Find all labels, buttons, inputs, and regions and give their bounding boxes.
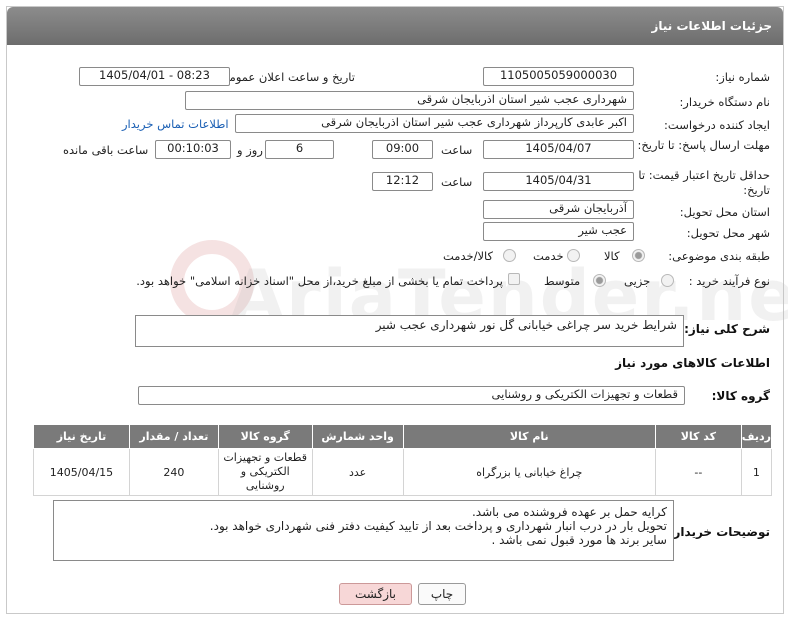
buyer-org-field: شهرداری عجب شیر استان اذربایجان شرقی	[185, 91, 634, 110]
col-date: تاریخ نیاز	[33, 424, 130, 449]
col-row: ردیف	[740, 424, 773, 449]
cell-unit: عدد	[311, 448, 404, 496]
description-text: شرایط خرید سر چراغی خیابانی گل نور شهردا…	[375, 318, 677, 332]
col-group: گروه کالا	[217, 424, 313, 449]
reply-date-field: 1405/04/07	[483, 140, 634, 159]
price-validity-label: حداقل تاریخ اعتبار قیمت: تا تاریخ:	[638, 168, 770, 197]
category-service-label: خدمت	[533, 249, 564, 263]
reply-deadline-label: مهلت ارسال پاسخ: تا تاریخ:	[637, 138, 770, 152]
province-label: استان محل تحویل:	[679, 205, 770, 219]
category-both-label: کالا/خدمت	[443, 249, 494, 263]
description-label: شرح کلی نیاز:	[684, 322, 770, 336]
col-name: نام کالا	[402, 424, 656, 449]
price-time-field: 12:12	[372, 172, 433, 191]
goods-group-label: گروه کالا:	[711, 389, 770, 403]
col-unit: واحد شمارش	[311, 424, 404, 449]
table-row: 1 -- چراغ خیابانی یا بزرگراه عدد قطعات و…	[33, 448, 773, 496]
back-button[interactable]: بازگشت	[339, 583, 412, 605]
price-date-field: 1405/04/31	[483, 172, 634, 191]
city-label: شهر محل تحویل:	[686, 226, 770, 240]
treasury-payment-note: پرداخت تمام یا بخشی از مبلغ خرید،از محل …	[136, 274, 503, 288]
buyer-notes-label: توضیحات خریدار:	[668, 525, 770, 539]
treasury-payment-checkbox[interactable]	[508, 273, 520, 285]
process-label: نوع فرآیند خرید :	[688, 274, 770, 288]
creator-field: اکبر عابدی کارپرداز شهرداری عجب شیر استا…	[235, 114, 634, 133]
cell-date: 1405/04/15	[33, 448, 130, 496]
buyer-notes-line: سایر برند ها مورد قبول نمی باشد .	[491, 533, 667, 547]
process-medium-radio[interactable]	[593, 274, 606, 287]
cell-row: 1	[740, 448, 773, 496]
category-goods-label: کالا	[604, 249, 620, 263]
days-label: روز و	[237, 143, 263, 157]
goods-table-wrapper: ردیف کد کالا نام کالا واحد شمارش گروه کا…	[33, 424, 773, 496]
province-field: آذربایجان شرقی	[483, 200, 634, 219]
reply-time-field: 09:00	[372, 140, 433, 159]
buyer-notes-textarea: کرایه حمل بر عهده فروشنده می باشد. تحویل…	[53, 500, 674, 561]
need-number-field: 1105005059000030	[483, 67, 634, 86]
announce-field: 1405/04/01 - 08:23	[79, 67, 230, 86]
process-minor-radio[interactable]	[661, 274, 674, 287]
process-minor-label: جزیی	[624, 274, 651, 288]
buyer-org-label: نام دستگاه خریدار:	[679, 95, 770, 109]
cell-name: چراغ خیابانی یا بزرگراه	[402, 448, 656, 496]
city-field: عجب شیر	[483, 222, 634, 241]
goods-section-title: اطلاعات کالاهای مورد نیاز	[615, 356, 770, 370]
buyer-notes-line: کرایه حمل بر عهده فروشنده می باشد.	[471, 505, 667, 519]
cell-qty: 240	[128, 448, 219, 496]
announce-label: تاریخ و ساعت اعلان عمومی:	[216, 70, 355, 84]
remaining-label: ساعت باقی مانده	[63, 143, 149, 157]
goods-table: ردیف کد کالا نام کالا واحد شمارش گروه کا…	[33, 424, 773, 496]
contact-buyer-link[interactable]: اطلاعات تماس خریدار	[122, 117, 229, 131]
goods-table-header: ردیف کد کالا نام کالا واحد شمارش گروه کا…	[33, 424, 773, 449]
buyer-notes-line: تحویل بار در درب انبار شهرداری و پرداخت …	[209, 519, 667, 533]
category-label: طبقه بندی موضوعی:	[668, 249, 770, 263]
print-button[interactable]: چاپ	[418, 583, 466, 605]
col-code: کد کالا	[654, 424, 742, 449]
reply-time-label: ساعت	[441, 143, 473, 157]
cell-code: --	[654, 448, 742, 496]
cell-group: قطعات و تجهیزات الکتریکی و روشنایی	[217, 448, 313, 496]
need-number-label: شماره نیاز:	[715, 70, 770, 84]
remaining-time-field: 00:10:03	[155, 140, 231, 159]
category-both-radio[interactable]	[503, 249, 516, 262]
category-service-radio[interactable]	[567, 249, 580, 262]
creator-label: ایجاد کننده درخواست:	[664, 118, 770, 132]
days-field: 6	[265, 140, 334, 159]
category-goods-radio[interactable]	[632, 249, 645, 262]
goods-group-field: قطعات و تجهیزات الکتریکی و روشنایی	[138, 386, 685, 405]
price-time-label: ساعت	[441, 175, 473, 189]
page-title: جزئیات اطلاعات نیاز	[651, 19, 772, 33]
process-medium-label: متوسط	[544, 274, 581, 288]
description-textarea: شرایط خرید سر چراغی خیابانی گل نور شهردا…	[135, 315, 684, 347]
col-qty: تعداد / مقدار	[128, 424, 219, 449]
